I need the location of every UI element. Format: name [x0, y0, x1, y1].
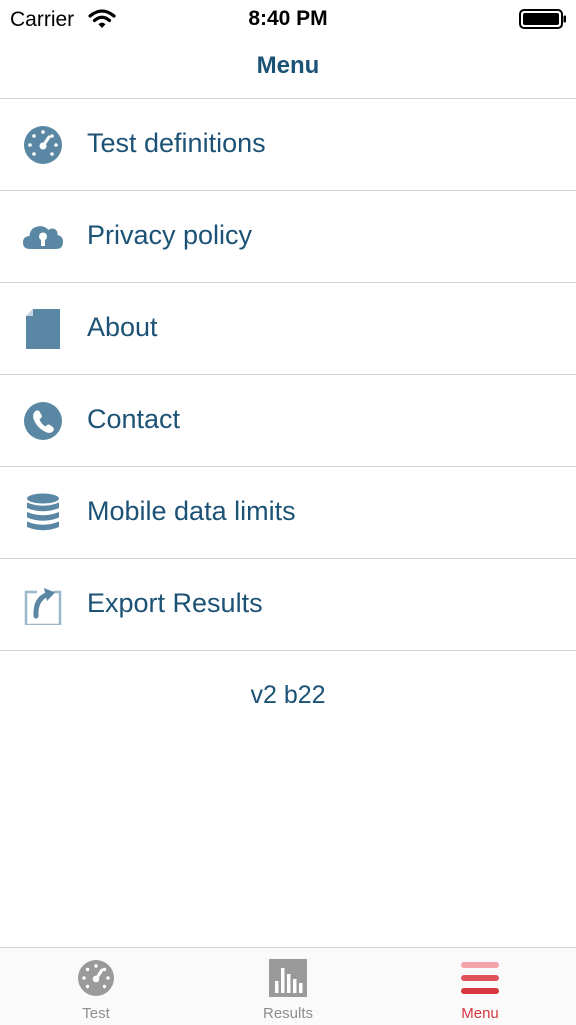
- tab-label: Menu: [461, 1005, 499, 1022]
- menu-item-about[interactable]: About: [0, 283, 576, 375]
- status-bar: Carrier 8:40 PM: [0, 0, 576, 40]
- tab-menu[interactable]: Menu: [384, 948, 576, 1025]
- version-label: v2 b22: [250, 681, 326, 709]
- speedometer-icon: [22, 125, 64, 165]
- document-icon: [22, 309, 64, 349]
- menu-item-privacy-policy[interactable]: Privacy policy: [0, 191, 576, 283]
- tab-label: Test: [82, 1005, 110, 1022]
- menu-item-label: Test definitions: [87, 128, 266, 158]
- tab-bar: Test Results Menu: [0, 947, 576, 1025]
- menu-list: Test definitions Privacy policy About Co…: [0, 99, 576, 651]
- cloud-lock-icon: [22, 217, 64, 257]
- menu-item-label: Export Results: [87, 588, 263, 618]
- tab-test[interactable]: Test: [0, 948, 192, 1025]
- database-icon: [22, 493, 64, 533]
- menu-item-label: Contact: [87, 404, 181, 434]
- hamburger-menu-icon: [461, 959, 499, 997]
- phone-icon: [22, 401, 64, 441]
- tab-label: Results: [262, 1005, 314, 1022]
- bar-chart-icon: [269, 959, 307, 997]
- clock: 8:40 PM: [248, 7, 328, 30]
- menu-item-mobile-data-limits[interactable]: Mobile data limits: [0, 467, 576, 559]
- export-icon: [22, 585, 64, 625]
- menu-item-label: Mobile data limits: [87, 496, 296, 526]
- speedometer-icon: [77, 959, 115, 997]
- menu-item-test-definitions[interactable]: Test definitions: [0, 99, 576, 191]
- menu-item-label: About: [87, 312, 158, 342]
- page-title: Menu: [256, 52, 320, 79]
- navigation-bar: Menu: [0, 40, 576, 99]
- menu-item-contact[interactable]: Contact: [0, 375, 576, 467]
- menu-item-label: Privacy policy: [87, 220, 253, 250]
- menu-item-export-results[interactable]: Export Results: [0, 559, 576, 651]
- tab-results[interactable]: Results: [192, 948, 384, 1025]
- battery-icon: [519, 9, 567, 29]
